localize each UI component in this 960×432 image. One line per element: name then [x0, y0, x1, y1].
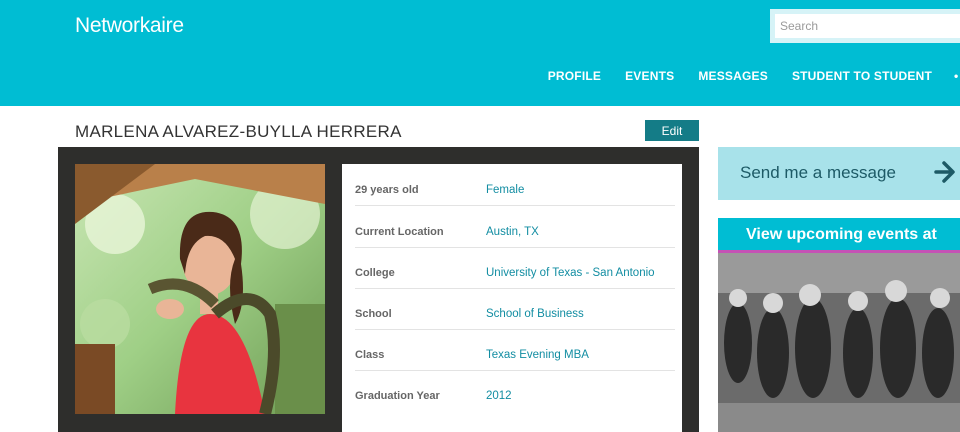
nav-item-profile[interactable]: PROFILE: [548, 69, 601, 83]
detail-row-college: College University of Texas - San Antoni…: [355, 247, 675, 289]
nav-item-messages[interactable]: MESSAGES: [698, 69, 768, 83]
send-message-button[interactable]: Send me a message: [718, 147, 960, 200]
detail-row-school: School School of Business: [355, 288, 675, 330]
profile-name: MARLENA ALVAREZ-BUYLLA HERRERA: [75, 122, 402, 141]
main-nav: PROFILE EVENTS MESSAGES STUDENT TO STUDE…: [524, 69, 960, 83]
arrow-right-icon: [934, 160, 956, 189]
detail-value[interactable]: Female: [486, 184, 524, 196]
detail-row-location: Current Location Austin, TX: [355, 206, 675, 248]
detail-label: Current Location: [355, 226, 444, 238]
detail-row-graduation-year: Graduation Year 2012: [355, 370, 675, 411]
detail-value[interactable]: School of Business: [486, 308, 584, 320]
events-photo: [718, 253, 960, 432]
detail-value[interactable]: Austin, TX: [486, 226, 539, 238]
detail-row-age: 29 years old Female: [355, 164, 675, 206]
events-banner-label: View upcoming events at: [746, 226, 937, 243]
events-banner: View upcoming events at: [718, 218, 960, 253]
site-logo[interactable]: Networkaire: [75, 14, 184, 38]
search-input[interactable]: [775, 14, 960, 38]
detail-value[interactable]: University of Texas - San Antonio: [486, 267, 655, 279]
nav-item-overflow[interactable]: •: [954, 69, 960, 83]
detail-label: School: [355, 308, 392, 320]
detail-value[interactable]: Texas Evening MBA: [486, 349, 589, 361]
send-message-label: Send me a message: [740, 163, 896, 182]
detail-label: Graduation Year: [355, 390, 440, 402]
edit-button[interactable]: Edit: [645, 120, 699, 141]
profile-photo: [75, 164, 325, 414]
detail-label: College: [355, 267, 395, 279]
profile-details: 29 years old Female Current Location Aus…: [342, 164, 682, 432]
detail-row-class: Class Texas Evening MBA: [355, 329, 675, 371]
detail-value[interactable]: 2012: [486, 390, 512, 402]
detail-label: Class: [355, 349, 385, 361]
site-header: Networkaire PROFILE EVENTS MESSAGES STUD…: [0, 0, 960, 106]
detail-label: 29 years old: [355, 184, 419, 196]
nav-item-events[interactable]: EVENTS: [625, 69, 674, 83]
nav-item-student-to-student[interactable]: STUDENT TO STUDENT: [792, 69, 932, 83]
upcoming-events-promo[interactable]: View upcoming events at: [718, 218, 960, 432]
